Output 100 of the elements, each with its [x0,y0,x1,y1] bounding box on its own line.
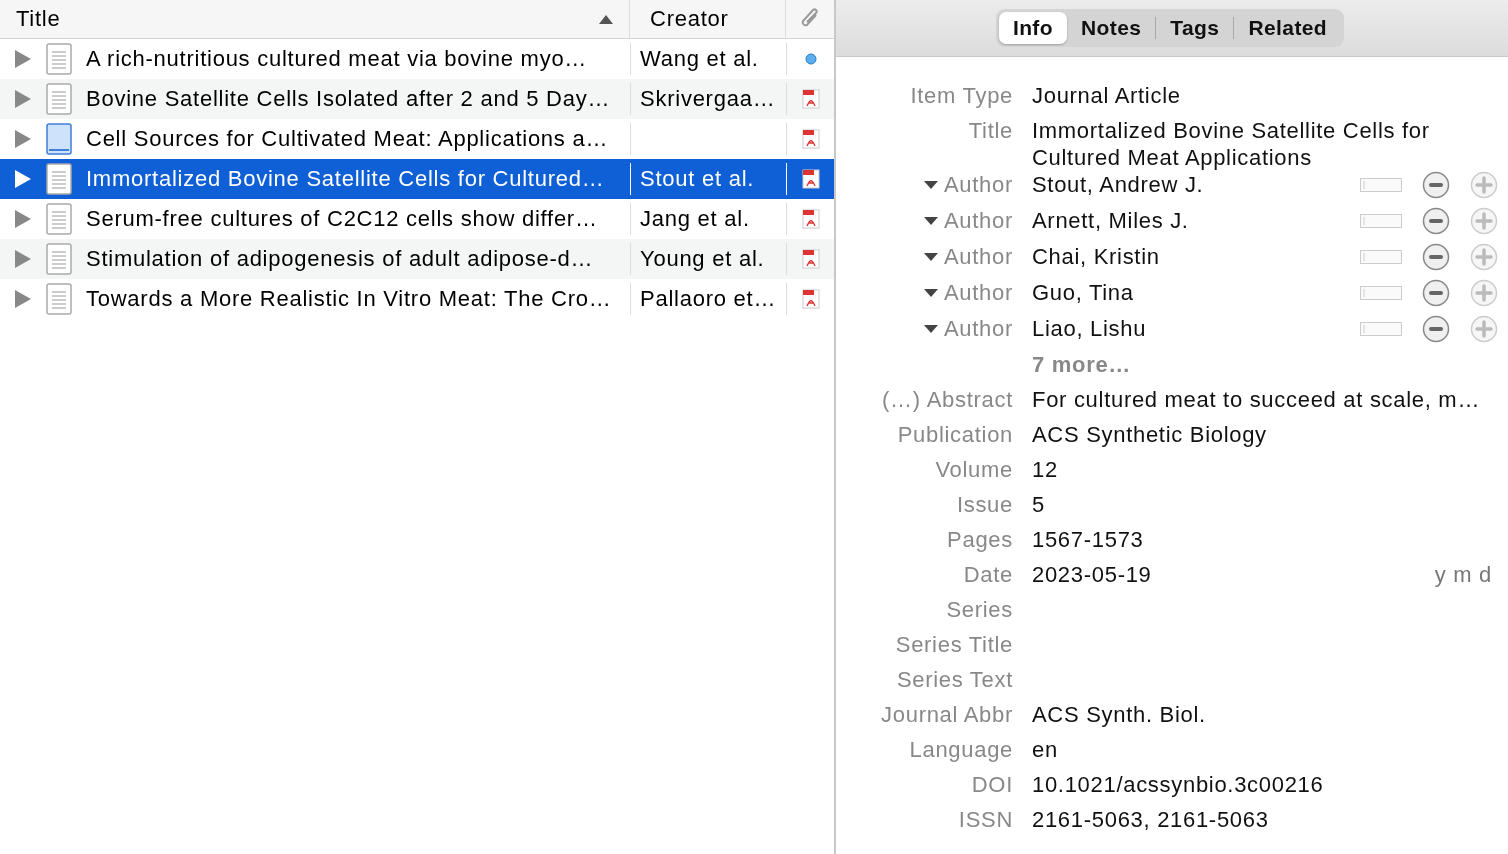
expand-triangle-icon[interactable] [15,250,31,268]
item-creator: Stout et al. [640,166,755,192]
column-header[interactable]: Creator [630,0,786,38]
expand-triangle-icon[interactable] [15,130,31,148]
dropdown-triangle-icon[interactable] [923,252,938,261]
field-value[interactable]: For cultured meat to succeed at scale, m… [1032,387,1481,412]
dropdown-triangle-icon[interactable] [923,216,938,225]
field-mode-button[interactable] [1360,321,1402,336]
field-value[interactable]: 10.1021/acssynbio.3c00216 [1032,772,1324,797]
attachment-dot-icon[interactable] [804,53,817,65]
web-page-icon [46,123,72,155]
field-value[interactable]: Stout, Andrew J. [1032,172,1204,197]
remove-author-button[interactable] [1422,242,1450,271]
item-row[interactable]: Bovine Satellite Cells Isolated after 2 and 5 Day… Skrivergaa… [0,79,834,119]
field-value[interactable]: ACS Synth. Biol. [1032,702,1206,727]
field-label: Series Title [895,631,1013,658]
field-value[interactable]: ACS Synthetic Biology [1032,422,1267,447]
expand-triangle-icon[interactable] [15,170,31,188]
expand-triangle-icon[interactable] [15,210,31,228]
add-author-button[interactable] [1470,170,1498,199]
column-header[interactable]: Title [0,0,630,38]
column-label: Title [16,6,61,32]
abstract-toggle[interactable]: (…) [881,386,921,413]
field-value[interactable]: 2023-05-19 [1032,562,1152,587]
field-value[interactable]: Liao, Lishu [1032,316,1147,341]
pane-tab[interactable]: Info [998,12,1067,44]
expand-triangle-icon[interactable] [15,50,31,68]
field-value[interactable]: Arnett, Miles J. [1032,208,1189,233]
field-label: Series [946,596,1013,623]
field-value[interactable]: 12 [1032,457,1058,482]
item-row[interactable]: Serum-free cultures of C2C12 cells show differ… Jang et al. [0,199,834,239]
pdf-icon[interactable] [801,209,820,229]
document-icon [46,43,72,75]
expand-triangle-icon[interactable] [15,90,31,108]
creator-type-label[interactable]: Author [943,243,1013,270]
creator-type-label[interactable]: Author [943,279,1013,306]
item-creator: Wang et al. [640,46,759,72]
pane-tab[interactable]: Notes [1067,12,1156,44]
field-label: Volume [935,456,1013,483]
item-creator: Skrivergaa… [640,86,776,112]
field-value[interactable]: Chai, Kristin [1032,244,1160,269]
expand-triangle-icon[interactable] [15,290,31,308]
item-row[interactable]: Towards a More Realistic In Vitro Meat: The Cro… Pallaoro et… [0,279,834,319]
field-label: Title [968,117,1013,144]
item-title: Stimulation of adipogenesis of adult adipose-d… [86,246,595,272]
field-mode-button[interactable] [1360,213,1402,228]
pdf-icon[interactable] [801,249,820,269]
dropdown-triangle-icon[interactable] [923,324,938,333]
remove-author-button[interactable] [1422,278,1450,307]
field-value[interactable]: Guo, Tina [1032,280,1134,305]
remove-author-button[interactable] [1422,314,1450,343]
field-label: Date [963,561,1013,588]
field-label: Publication [897,421,1013,448]
dropdown-triangle-icon[interactable] [923,288,938,297]
document-icon [46,163,72,195]
date-format-hint: y m d [1434,561,1492,588]
more-authors-link[interactable]: 7 more… [1032,352,1132,377]
field-mode-button[interactable] [1360,177,1402,192]
pdf-icon[interactable] [801,89,820,109]
field-value[interactable]: 1567-1573 [1032,527,1144,552]
field-mode-button[interactable] [1360,285,1402,300]
field-mode-button[interactable] [1360,249,1402,264]
item-title: A rich-nutritious cultured meat via bovine myo… [86,46,589,72]
pdf-icon[interactable] [801,169,820,189]
field-label: Abstract [926,386,1013,413]
dropdown-triangle-icon[interactable] [923,180,938,189]
add-author-button[interactable] [1470,242,1498,271]
pane-tab[interactable]: Related [1234,12,1342,44]
field-value[interactable]: Journal Article [1032,83,1181,108]
field-value[interactable]: 5 [1032,492,1045,517]
item-row[interactable]: Cell Sources for Cultivated Meat: Applications a… [0,119,834,159]
add-author-button[interactable] [1470,278,1498,307]
pdf-icon[interactable] [801,289,820,309]
item-creator: Jang et al. [640,206,750,232]
add-author-button[interactable] [1470,314,1498,343]
field-label: ISSN [958,806,1013,833]
item-title: Serum-free cultures of C2C12 cells show differ… [86,206,599,232]
item-row[interactable]: Stimulation of adipogenesis of adult adipose-d… Young et al. [0,239,834,279]
remove-author-button[interactable] [1422,170,1450,199]
creator-type-label[interactable]: Author [943,207,1013,234]
pane-tab[interactable]: Tags [1156,12,1234,44]
field-value[interactable]: 2161-5063, 2161-5063 [1032,807,1269,832]
field-label: Issue [956,491,1013,518]
pdf-icon[interactable] [801,129,820,149]
field-label: Language [909,736,1013,763]
field-value[interactable]: Immortalized Bovine Satellite Cells for Cultured Meat Applications [1032,117,1472,171]
field-label: Journal Abbr [881,701,1013,728]
document-icon [46,203,72,235]
remove-author-button[interactable] [1422,206,1450,235]
add-author-button[interactable] [1470,206,1498,235]
creator-type-label[interactable]: Author [943,171,1013,198]
item-row[interactable]: Immortalized Bovine Satellite Cells for Cultured… Stout et al. [0,159,834,199]
field-label: DOI [971,771,1013,798]
item-title: Cell Sources for Cultivated Meat: Applications a… [86,126,610,152]
item-row[interactable]: A rich-nutritious cultured meat via bovine myo… Wang et al. [0,39,834,79]
creator-type-label[interactable]: Author [943,315,1013,342]
document-icon [46,283,72,315]
document-icon [46,83,72,115]
field-label: Pages [947,526,1013,553]
field-value[interactable]: en [1032,737,1058,762]
